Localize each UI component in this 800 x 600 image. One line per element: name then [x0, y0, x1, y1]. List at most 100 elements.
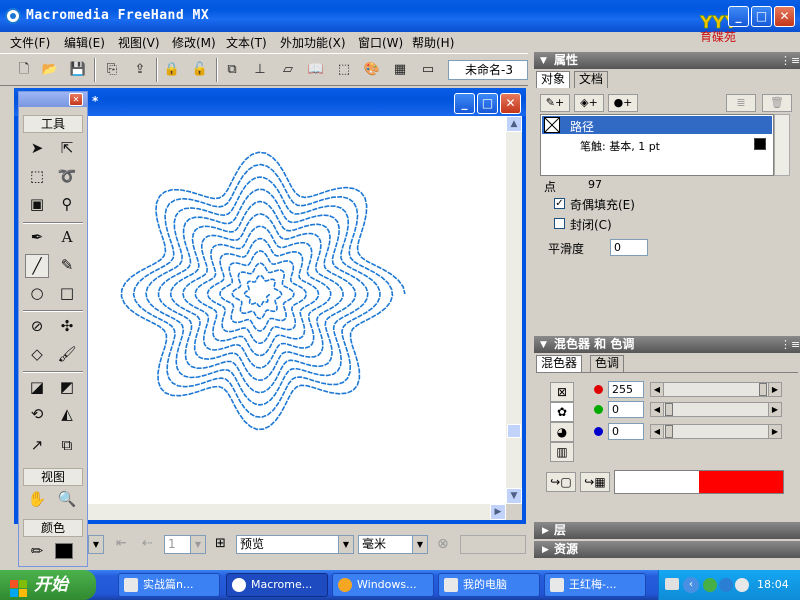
collapse-arrow-icon[interactable]: ▼: [540, 56, 547, 66]
rotate-tool-icon[interactable]: ⟲: [25, 403, 49, 427]
pointer-tool-icon[interactable]: ➤: [25, 137, 49, 161]
current-color-swatch[interactable]: [699, 471, 783, 493]
close-button[interactable]: ✕: [774, 6, 795, 27]
trace-tool-icon[interactable]: ▣: [25, 193, 49, 217]
collapse-arrow-icon[interactable]: ▼: [540, 340, 547, 350]
green-slider[interactable]: ◀ ▶: [650, 402, 782, 417]
new-document-icon[interactable]: 🗋: [14, 60, 34, 80]
fill-color-swatch[interactable]: [55, 543, 73, 559]
duplicate-attribute-icon[interactable]: ≣: [726, 94, 756, 112]
green-slider-thumb[interactable]: [665, 403, 673, 416]
cmyk-mode-icon[interactable]: ⊠: [550, 382, 574, 402]
remove-attribute-icon[interactable]: 🗑: [762, 94, 792, 112]
expand-arrow-icon[interactable]: ▶: [542, 526, 549, 536]
menu-edit[interactable]: 编辑(E): [64, 34, 105, 51]
scroll-right-icon[interactable]: ▶: [490, 504, 506, 520]
menu-text[interactable]: 文本(T): [226, 34, 267, 51]
eraser-tool-icon[interactable]: ◇: [25, 343, 49, 367]
tab-mixer[interactable]: 混色器: [536, 355, 583, 372]
tab-document[interactable]: 文档: [574, 71, 609, 88]
open-folder-icon[interactable]: 📂: [40, 60, 60, 80]
add-page-icon[interactable]: ⊞: [215, 536, 226, 551]
swatches-icon[interactable]: 🎨: [362, 60, 382, 80]
stroke-color-swatch[interactable]: [754, 138, 766, 150]
lock-icon[interactable]: 🔒: [162, 60, 182, 80]
doc-maximize-button[interactable]: □: [477, 93, 498, 114]
scroll-up-icon[interactable]: ▲: [506, 116, 522, 132]
line-tool-icon[interactable]: ╱: [25, 254, 49, 278]
stroke-color-icon[interactable]: ✏: [25, 540, 49, 564]
add-stroke-icon[interactable]: ✎+: [540, 94, 570, 112]
align-icon[interactable]: ⊥: [250, 60, 270, 80]
export-icon[interactable]: ⇪: [130, 60, 150, 80]
freeform-tool-icon[interactable]: ✣: [55, 315, 79, 339]
rgb-mode-icon[interactable]: ✿: [550, 402, 574, 422]
menu-xtras[interactable]: 外加功能(X): [280, 34, 346, 51]
attribute-scrollbar[interactable]: [774, 114, 790, 176]
previous-color-swatch[interactable]: [615, 471, 699, 493]
pen-tool-icon[interactable]: ✒: [25, 226, 49, 250]
blue-slider[interactable]: ◀ ▶: [650, 424, 782, 439]
connector-tool-icon[interactable]: ⧉: [55, 434, 79, 458]
chart-tool-icon[interactable]: ↗: [25, 434, 49, 458]
drawing-canvas[interactable]: [88, 116, 506, 504]
horizontal-scrollbar[interactable]: ▶: [88, 504, 506, 520]
hand-tool-icon[interactable]: ✋: [25, 488, 49, 512]
lasso-tool-icon[interactable]: ➰: [55, 165, 79, 189]
unlock-icon[interactable]: 🔓: [190, 60, 210, 80]
panel-options-icon[interactable]: ⋮≡: [780, 338, 800, 351]
spiral-flower-path[interactable]: [88, 116, 506, 504]
menu-file[interactable]: 文件(F): [10, 34, 50, 51]
menu-view[interactable]: 视图(V): [118, 34, 160, 51]
zoom-tool-icon[interactable]: 🔍: [55, 488, 79, 512]
red-slider-thumb[interactable]: [759, 383, 767, 396]
layers-panel-header[interactable]: 层: [534, 522, 800, 539]
scroll-down-icon[interactable]: ▼: [506, 488, 522, 504]
start-button[interactable]: 开始: [0, 570, 96, 600]
doc-minimize-button[interactable]: _: [454, 93, 475, 114]
tray-expand-icon[interactable]: ‹: [683, 577, 699, 593]
tools-close-icon[interactable]: ✕: [69, 93, 83, 106]
menu-modify[interactable]: 修改(M): [172, 34, 216, 51]
first-page-icon[interactable]: ⇤: [116, 536, 127, 551]
even-odd-fill-checkbox[interactable]: ✓: [554, 198, 565, 209]
navigation-icon[interactable]: ▭: [418, 60, 438, 80]
rectangle-tool-icon[interactable]: □: [55, 282, 79, 306]
scroll-thumb[interactable]: [507, 424, 521, 438]
maximize-button[interactable]: □: [751, 6, 772, 27]
green-value-input[interactable]: 0: [608, 401, 644, 418]
smoothness-input[interactable]: 0: [610, 239, 648, 256]
menu-window[interactable]: 窗口(W): [358, 34, 403, 51]
add-effect-icon[interactable]: ●+: [608, 94, 638, 112]
taskbar-item-practice-doc[interactable]: 实战篇n...: [118, 573, 220, 597]
volume-icon[interactable]: [735, 578, 749, 592]
tab-object[interactable]: 对象: [536, 71, 571, 88]
eyedropper-tool-icon[interactable]: ⚲: [55, 193, 79, 217]
security-icon[interactable]: [719, 578, 733, 592]
import-icon[interactable]: ⎘: [102, 60, 122, 80]
menu-help[interactable]: 帮助(H): [412, 34, 454, 51]
units-select[interactable]: 毫米 ▼: [358, 535, 428, 554]
pencil-tool-icon[interactable]: ✎: [55, 254, 79, 278]
hls-mode-icon[interactable]: ◕: [550, 422, 574, 442]
scale-tool-icon[interactable]: ◪: [25, 376, 49, 400]
add-to-swatches-icon[interactable]: ↪▢: [546, 472, 576, 492]
save-icon[interactable]: 💾: [68, 60, 88, 80]
blue-value-input[interactable]: 0: [608, 423, 644, 440]
page-tool-icon[interactable]: ⬚: [25, 165, 49, 189]
vertical-scrollbar[interactable]: ▲ ▼: [506, 116, 522, 504]
minimize-button[interactable]: _: [728, 6, 749, 27]
cancel-render-icon[interactable]: ⊗: [437, 536, 449, 552]
symbols-icon[interactable]: ⬚: [334, 60, 354, 80]
blue-slider-thumb[interactable]: [665, 425, 673, 438]
network-icon[interactable]: [703, 578, 717, 592]
taskbar-item-freehand[interactable]: Macrome...: [226, 573, 328, 597]
red-value-input[interactable]: 255: [608, 381, 644, 398]
system-color-icon[interactable]: ▥: [550, 442, 574, 462]
prev-page-icon[interactable]: ⇠: [142, 536, 153, 551]
panel-options-icon[interactable]: ⋮≡: [780, 54, 800, 67]
brush-tool-icon[interactable]: 🖌: [55, 343, 79, 367]
red-slider[interactable]: ◀ ▶: [650, 382, 782, 397]
reflect-tool-icon[interactable]: ◭: [55, 403, 79, 427]
page-nav-dropdown[interactable]: ▼: [88, 535, 104, 554]
